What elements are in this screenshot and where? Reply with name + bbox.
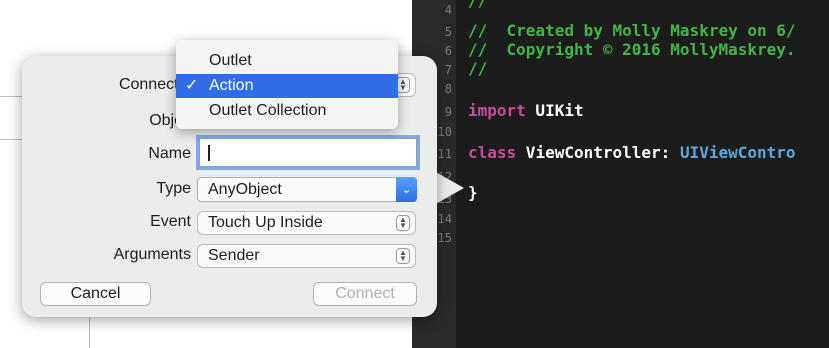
event-value: Touch Up Inside: [208, 214, 323, 231]
class-keyword: class: [468, 143, 517, 162]
menu-item-outlet-collection[interactable]: Outlet Collection: [176, 99, 398, 123]
event-popup[interactable]: Touch Up Inside ▲ ▼: [197, 211, 416, 235]
type-value: AnyObject: [208, 181, 282, 198]
code-line-import: import UIKit: [468, 101, 584, 121]
name-label: Name: [148, 145, 191, 162]
code-line-copyright: // Copyright © 2016 MollyMaskrey.: [468, 40, 796, 59]
name-field[interactable]: [199, 138, 417, 167]
import-module: UIKit: [525, 101, 584, 120]
menu-item-action[interactable]: ✓ Action: [176, 74, 398, 98]
code-line-created: // Created by Molly Maskrey on 6/: [468, 21, 796, 40]
import-keyword: import: [468, 101, 526, 120]
code-line-comment-end: //: [468, 59, 488, 78]
connect-button[interactable]: Connect: [313, 282, 417, 306]
menu-item-outlet[interactable]: Outlet: [176, 49, 398, 73]
checkmark-icon: ✓: [185, 77, 199, 94]
code-line-brace: }: [468, 183, 478, 202]
arguments-popup[interactable]: Sender ▲ ▼: [197, 244, 416, 268]
code-line-comment: //: [468, 0, 488, 10]
updown-chevron-icon: ▲ ▼: [396, 77, 410, 93]
updown-chevron-icon: ▲ ▼: [396, 215, 410, 231]
code-line-class: class ViewController: UIViewContro: [468, 143, 796, 163]
class-name: ViewController:: [516, 143, 680, 162]
chevron-down-icon[interactable]: ⌄: [396, 177, 417, 202]
updown-chevron-icon: ▲ ▼: [396, 248, 410, 264]
line-number: 4: [444, 3, 452, 17]
connection-dropdown-menu: Outlet ✓ Action Outlet Collection: [176, 40, 398, 129]
menu-item-action-label: Action: [209, 77, 254, 94]
text-cursor: [208, 145, 210, 161]
type-combobox[interactable]: AnyObject ⌄: [197, 177, 417, 202]
line-number: 5: [444, 25, 452, 39]
arguments-value: Sender: [208, 247, 260, 264]
canvas-guide-line: [89, 316, 90, 348]
type-label: Type: [156, 180, 191, 197]
superclass-name: UIViewContro: [679, 143, 796, 162]
cancel-button[interactable]: Cancel: [40, 282, 151, 306]
code-editor[interactable]: 4 5 6 7 8 9 10 11 12 13 14 15 // // Crea…: [412, 0, 829, 348]
arguments-label: Arguments: [113, 246, 191, 263]
event-label: Event: [150, 213, 191, 230]
